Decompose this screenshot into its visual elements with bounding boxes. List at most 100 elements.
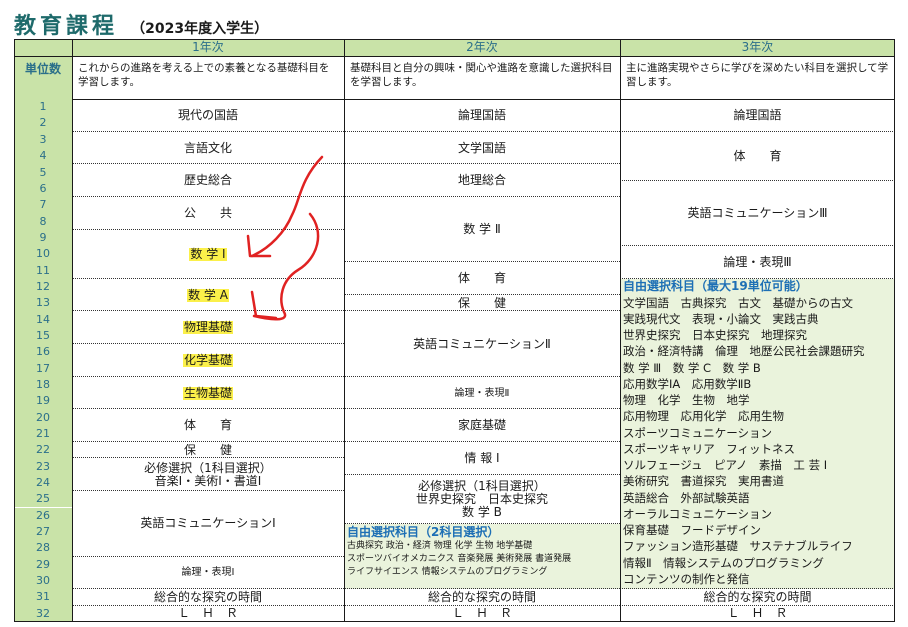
subject-cell: 体 育 <box>620 131 895 181</box>
subject-cell: 生物基礎 <box>72 376 344 410</box>
unit-number: 12 <box>14 278 72 296</box>
unit-number: 9 <box>14 229 72 247</box>
subject-cell: 地理総合 <box>344 164 620 198</box>
subject-cell: 論理・表現Ⅲ <box>620 246 895 279</box>
year-header-2: 2年次 <box>344 39 620 56</box>
elective-line: ファッション造形基礎 サステナブルライフ <box>623 539 853 554</box>
year-header-1: 1年次 <box>72 39 344 56</box>
subject-label: Ｌ Ｈ Ｒ <box>727 606 788 621</box>
row-divider <box>344 588 620 590</box>
unit-number: 30 <box>14 572 72 590</box>
subject-cell: 総合的な探究の時間 <box>72 589 344 606</box>
unit-number: 18 <box>14 376 72 394</box>
column-divider <box>72 39 73 622</box>
elective-line: スポーツキャリア フィットネス <box>623 441 796 456</box>
subject-label: 文学国語 <box>457 140 506 155</box>
year3-elective-block: 自由選択科目（最大19単位可能） 文学国語 古典探究 古文 基礎からの古文 実践現代… <box>620 278 895 590</box>
subject-cell: 必修選択（1科目選択） 世界史探究 日本史探究 数 学 B <box>344 474 620 524</box>
unit-number: 1 <box>14 99 72 116</box>
subject-cell: 保 健 <box>72 442 344 459</box>
unit-number: 4 <box>14 148 72 165</box>
unit-number: 31 <box>14 589 72 606</box>
unit-number: 21 <box>14 425 72 443</box>
unit-number: 8 <box>14 213 72 230</box>
subject-label: 体 育 <box>183 418 232 433</box>
unit-number: 16 <box>14 344 72 361</box>
subject-cell: 論理国語 <box>344 99 620 132</box>
subject-label: 英語コミュニケーションⅢ <box>687 205 828 220</box>
subject-label: 必修選択（1科目選択） 世界史探究 日本史探究 数 学 B <box>415 478 548 519</box>
subject-cell: 総合的な探究の時間 <box>344 589 620 606</box>
elective-line: 美術研究 書道探究 実用書道 <box>623 474 784 489</box>
unit-number: 14 <box>14 311 72 328</box>
subject-cell: 公 共 <box>72 197 344 230</box>
subject-label: 総合的な探究の時間 <box>427 589 536 604</box>
subject-label: 論理・表現Ⅱ <box>454 387 510 399</box>
subject-label: 体 育 <box>457 271 506 286</box>
subject-cell: 物理基礎 <box>72 311 344 345</box>
subject-label: 情 報 Ⅰ <box>464 450 500 465</box>
divider-line <box>14 56 895 57</box>
year-description-2: 基礎科目と自分の興味・関心や進路を意識した選択科目を学習します。 <box>344 56 620 99</box>
unit-number: 6 <box>14 180 72 198</box>
unit-number: 29 <box>14 556 72 573</box>
subject-label: 体 育 <box>733 148 782 163</box>
elective-line: コンテンツの制作と発信 <box>623 571 750 586</box>
elective-title: 自由選択科目（2科目選択） <box>347 524 500 539</box>
elective-line: 実践現代文 表現・小論文 実践古典 <box>623 311 819 326</box>
elective-line: 古典探究 政治・経済 物理 化学 生物 地学基礎 <box>347 540 533 551</box>
title-main: 教育課程 <box>14 14 119 39</box>
highlighted-subject-label: 生物基礎 <box>182 385 233 400</box>
title-subtitle: （2023年度入学生） <box>131 21 269 37</box>
elective-line: 保育基礎 フードデザイン <box>623 523 761 538</box>
unit-number: 26 <box>14 507 72 524</box>
unit-number: 10 <box>14 246 72 263</box>
divider-line <box>14 39 895 40</box>
subject-label: 数 学 Ⅱ <box>463 222 501 237</box>
subject-cell: 必修選択（1科目選択） 音楽Ⅰ・美術Ⅰ・書道Ⅰ <box>72 458 344 492</box>
unit-number: 13 <box>14 295 72 312</box>
unit-number: 22 <box>14 442 72 459</box>
subject-cell: 現代の国語 <box>72 99 344 132</box>
subject-label: 論理・表現Ⅰ <box>181 567 235 579</box>
elective-line: 英語総合 外部試験英語 <box>623 490 750 505</box>
elective-line: 応用数学ⅠA 応用数学ⅡB <box>623 376 752 391</box>
elective-line: 世界史探究 日本史探究 地理探究 <box>623 328 807 343</box>
subject-cell: 歴史総合 <box>72 164 344 198</box>
page-title: 教育課程 （2023年度入学生） <box>14 8 269 39</box>
subject-cell: 言語文化 <box>72 131 344 165</box>
year-description-3: 主に進路実現やさらに学びを深めたい科目を選択して学習します。 <box>620 56 895 99</box>
subject-label: 歴史総合 <box>183 173 232 188</box>
subject-label: 論理国語 <box>457 107 506 122</box>
unit-number: 17 <box>14 360 72 377</box>
divider-line <box>14 620 895 622</box>
elective-line: スポーツコミュニケーション <box>623 425 773 440</box>
column-divider <box>894 39 895 622</box>
subject-label: 地理総合 <box>457 173 506 188</box>
subject-label: 保 健 <box>183 442 232 457</box>
subject-label: 現代の国語 <box>177 107 238 122</box>
unit-number: 32 <box>14 605 72 622</box>
subject-label: 総合的な探究の時間 <box>703 589 812 604</box>
highlighted-subject-label: 化学基礎 <box>182 352 233 367</box>
subject-cell: 体 育 <box>72 409 344 443</box>
elective-line: 政治・経済特講 倫理 地歴公民社会課題研究 <box>623 344 865 359</box>
subject-cell: 論理・表現Ⅰ <box>72 556 344 590</box>
elective-line: ソルフェージュ ピアノ 素描 工 芸 Ⅰ <box>623 458 828 473</box>
divider-line <box>72 99 895 100</box>
subject-cell: 論理・表現Ⅱ <box>344 376 620 410</box>
subject-cell: 英語コミュニケーションⅡ <box>344 311 620 377</box>
unit-number: 27 <box>14 523 72 541</box>
curriculum-table: 単位数 1年次 これからの進路を考える上での素養となる基礎科目を学習します。 2年次基… <box>14 39 895 622</box>
subject-cell: 家庭基礎 <box>344 409 620 443</box>
elective-line: 物理 化学 生物 地学 <box>623 393 750 408</box>
subject-label: Ｌ Ｈ Ｒ <box>451 606 512 621</box>
year-header-3: 3年次 <box>620 39 895 56</box>
unit-number: 25 <box>14 491 72 508</box>
subject-label: 公 共 <box>183 205 232 220</box>
subject-label: 家庭基礎 <box>457 418 506 433</box>
column-divider <box>344 39 345 622</box>
subject-cell: Ｌ Ｈ Ｒ <box>620 605 895 622</box>
elective-line: 文学国語 古典探究 古文 基礎からの古文 <box>623 295 853 310</box>
unit-column-header: 単位数 <box>14 39 72 99</box>
